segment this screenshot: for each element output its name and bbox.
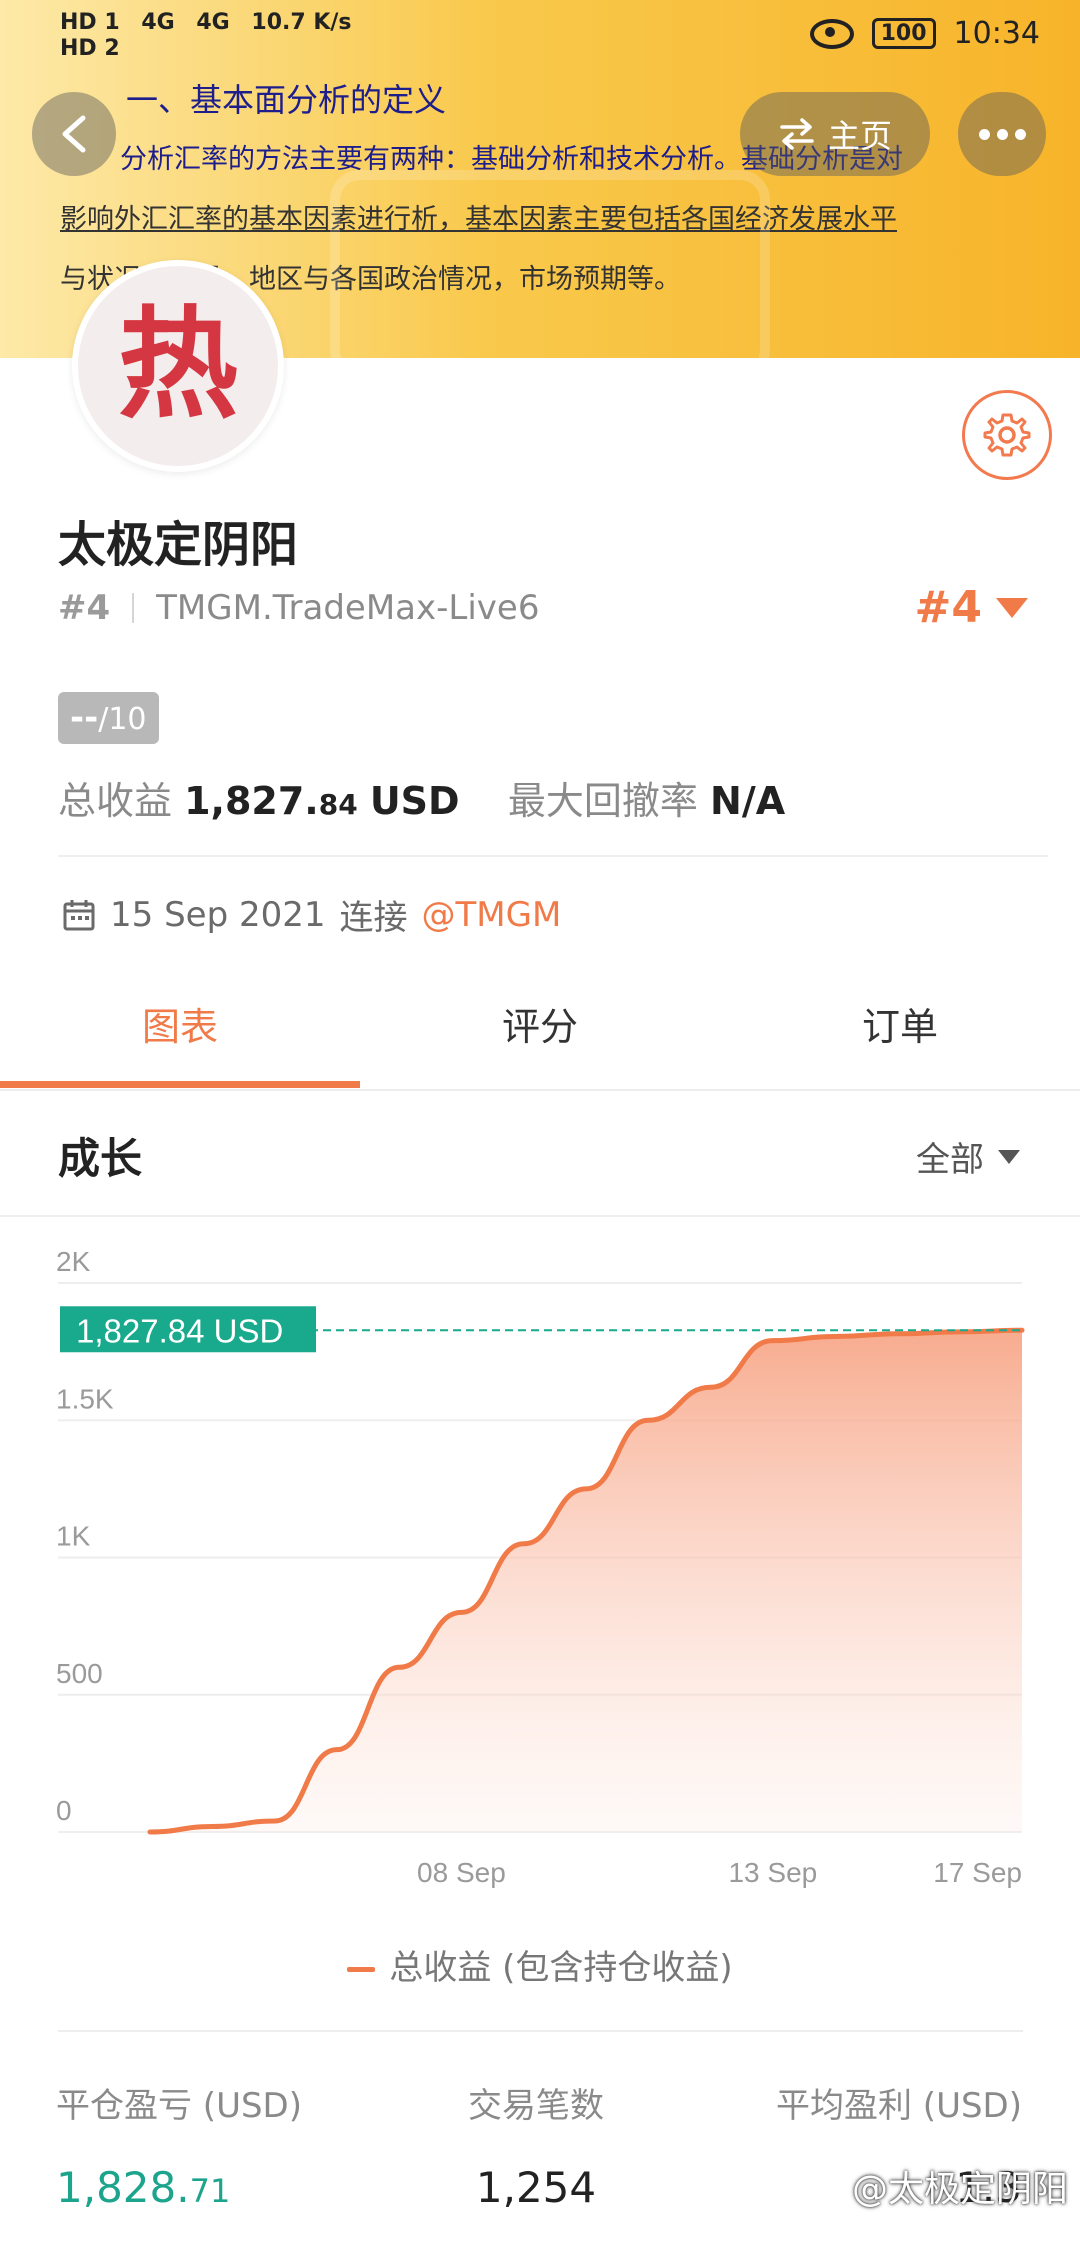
current-value-text: 1,827.84 USD xyxy=(76,1312,283,1349)
broker-link[interactable]: @TMGM xyxy=(422,895,562,935)
avg-profit-label: 平均盈利 (USD) xyxy=(776,2086,1022,2126)
trade-count-label: 交易笔数 xyxy=(468,2086,604,2126)
y-tick-label: 2K xyxy=(56,1246,91,1277)
rank-dropdown[interactable]: #4 xyxy=(915,582,1028,633)
total-profit-currency: USD xyxy=(369,779,460,823)
divider xyxy=(58,855,1048,857)
sim-2-indicator: HD 2 xyxy=(60,36,120,61)
swap-icon xyxy=(780,118,814,150)
network-4g-1: 4G xyxy=(141,10,175,35)
article-line-2: 影响外汇汇率的基本因素进行析，基本因素主要包括各国经济发展水平 xyxy=(60,204,897,235)
divider xyxy=(0,1215,1080,1217)
sim-1-indicator: HD 1 xyxy=(60,10,120,35)
network-4g-2: 4G xyxy=(196,10,230,35)
profit-summary: 总收益 1,827.84 USD 最大回撤率 N/A xyxy=(58,770,785,825)
more-dot-icon xyxy=(1014,128,1026,140)
section-title: 成长 xyxy=(58,1134,143,1183)
more-dot-icon xyxy=(978,128,990,140)
gear-icon xyxy=(983,413,1031,457)
y-tick-label: 0 xyxy=(56,1795,72,1826)
rank-badge: #4 xyxy=(58,588,111,628)
x-tick-label: 13 Sep xyxy=(728,1857,817,1888)
tab-bar: 图表 评分 订单 xyxy=(0,975,1080,1091)
more-dot-icon xyxy=(996,128,1008,140)
rank-right-label: #4 xyxy=(914,582,982,633)
back-button[interactable] xyxy=(32,92,116,176)
status-bar: HD 1 4G 4G 10.7 K/s HD 2 100 10:34 xyxy=(0,0,1080,74)
trader-name: 太极定阴阳 xyxy=(58,517,299,573)
legend-swatch xyxy=(347,1967,376,1972)
closed-pnl-value: 1,828.71 xyxy=(56,2163,302,2212)
y-tick-label: 1.5K xyxy=(56,1383,114,1414)
net-speed: 10.7 K/s xyxy=(251,10,352,35)
growth-chart: 1,827.84 USD 0 500 1K 1.5K 2K 08 Sep 13 Sep 17… xyxy=(56,1246,1025,1888)
x-tick-label: 08 Sep xyxy=(417,1857,506,1888)
calendar-icon xyxy=(63,899,95,930)
max-drawdown-value: N/A xyxy=(710,779,786,823)
home-label: 主页 xyxy=(827,117,892,155)
clock: 10:34 xyxy=(953,16,1040,51)
chevron-left-icon xyxy=(62,115,86,153)
closed-pnl-main: 1,828. xyxy=(56,2163,190,2212)
filter-label: 全部 xyxy=(916,1140,984,1180)
battery-icon: 100 xyxy=(871,18,936,49)
trade-count-value: 1,254 xyxy=(475,2163,597,2212)
divider xyxy=(132,593,135,623)
more-button[interactable] xyxy=(958,92,1046,176)
status-right: 100 10:34 xyxy=(809,16,1040,51)
score-suffix: /10 xyxy=(98,702,147,737)
score-badge: --/10 xyxy=(58,692,159,744)
max-drawdown-label: 最大回撤率 xyxy=(507,779,698,823)
watermark: @太极定阴阳 xyxy=(851,2169,1068,2210)
caret-down-icon xyxy=(996,597,1028,618)
legend-label: 总收益 (包含持仓收益) xyxy=(389,1948,733,1988)
range-filter[interactable]: 全部 xyxy=(916,1132,1020,1181)
connect-date: 15 Sep 2021 xyxy=(110,894,326,935)
chart-legend: 总收益 (包含持仓收益) xyxy=(0,1940,1080,1989)
settings-button[interactable] xyxy=(962,390,1052,480)
rank-line: #4 TMGM.TradeMax-Live6 xyxy=(58,588,539,628)
y-tick-label: 1K xyxy=(56,1521,91,1552)
connect-line: 15 Sep 2021 连接 @TMGM xyxy=(62,890,561,939)
divider xyxy=(58,2030,1023,2032)
tab-orders[interactable]: 订单 xyxy=(720,975,1080,1085)
score-value: -- xyxy=(70,698,99,738)
tab-chart[interactable]: 图表 xyxy=(0,975,360,1085)
tab-rating[interactable]: 评分 xyxy=(360,975,720,1085)
x-tick-label: 17 Sep xyxy=(933,1857,1022,1888)
total-profit-label: 总收益 xyxy=(58,779,173,823)
status-left: HD 1 4G 4G 10.7 K/s HD 2 xyxy=(60,10,366,62)
server-name: TMGM.TradeMax-Live6 xyxy=(156,588,540,628)
active-tab-indicator xyxy=(0,1081,360,1088)
avatar[interactable]: 热 xyxy=(72,260,284,472)
growth-area xyxy=(150,1330,1022,1832)
total-profit-main: 1,827. xyxy=(184,779,319,823)
home-button[interactable]: 主页 xyxy=(740,92,930,176)
trade-count-stat: 交易笔数 1,254 xyxy=(468,2078,604,2212)
y-tick-label: 500 xyxy=(56,1658,103,1689)
eye-icon xyxy=(809,18,854,49)
total-profit-decimals: 84 xyxy=(318,788,358,821)
avatar-char: 热 xyxy=(118,296,238,435)
closed-pnl-stat: 平仓盈亏 (USD) 1,828.71 xyxy=(56,2078,302,2212)
closed-pnl-decimals: 71 xyxy=(189,2172,231,2210)
closed-pnl-label: 平仓盈亏 (USD) xyxy=(56,2086,302,2126)
caret-down-icon xyxy=(998,1149,1020,1164)
connect-label: 连接 xyxy=(339,898,408,938)
